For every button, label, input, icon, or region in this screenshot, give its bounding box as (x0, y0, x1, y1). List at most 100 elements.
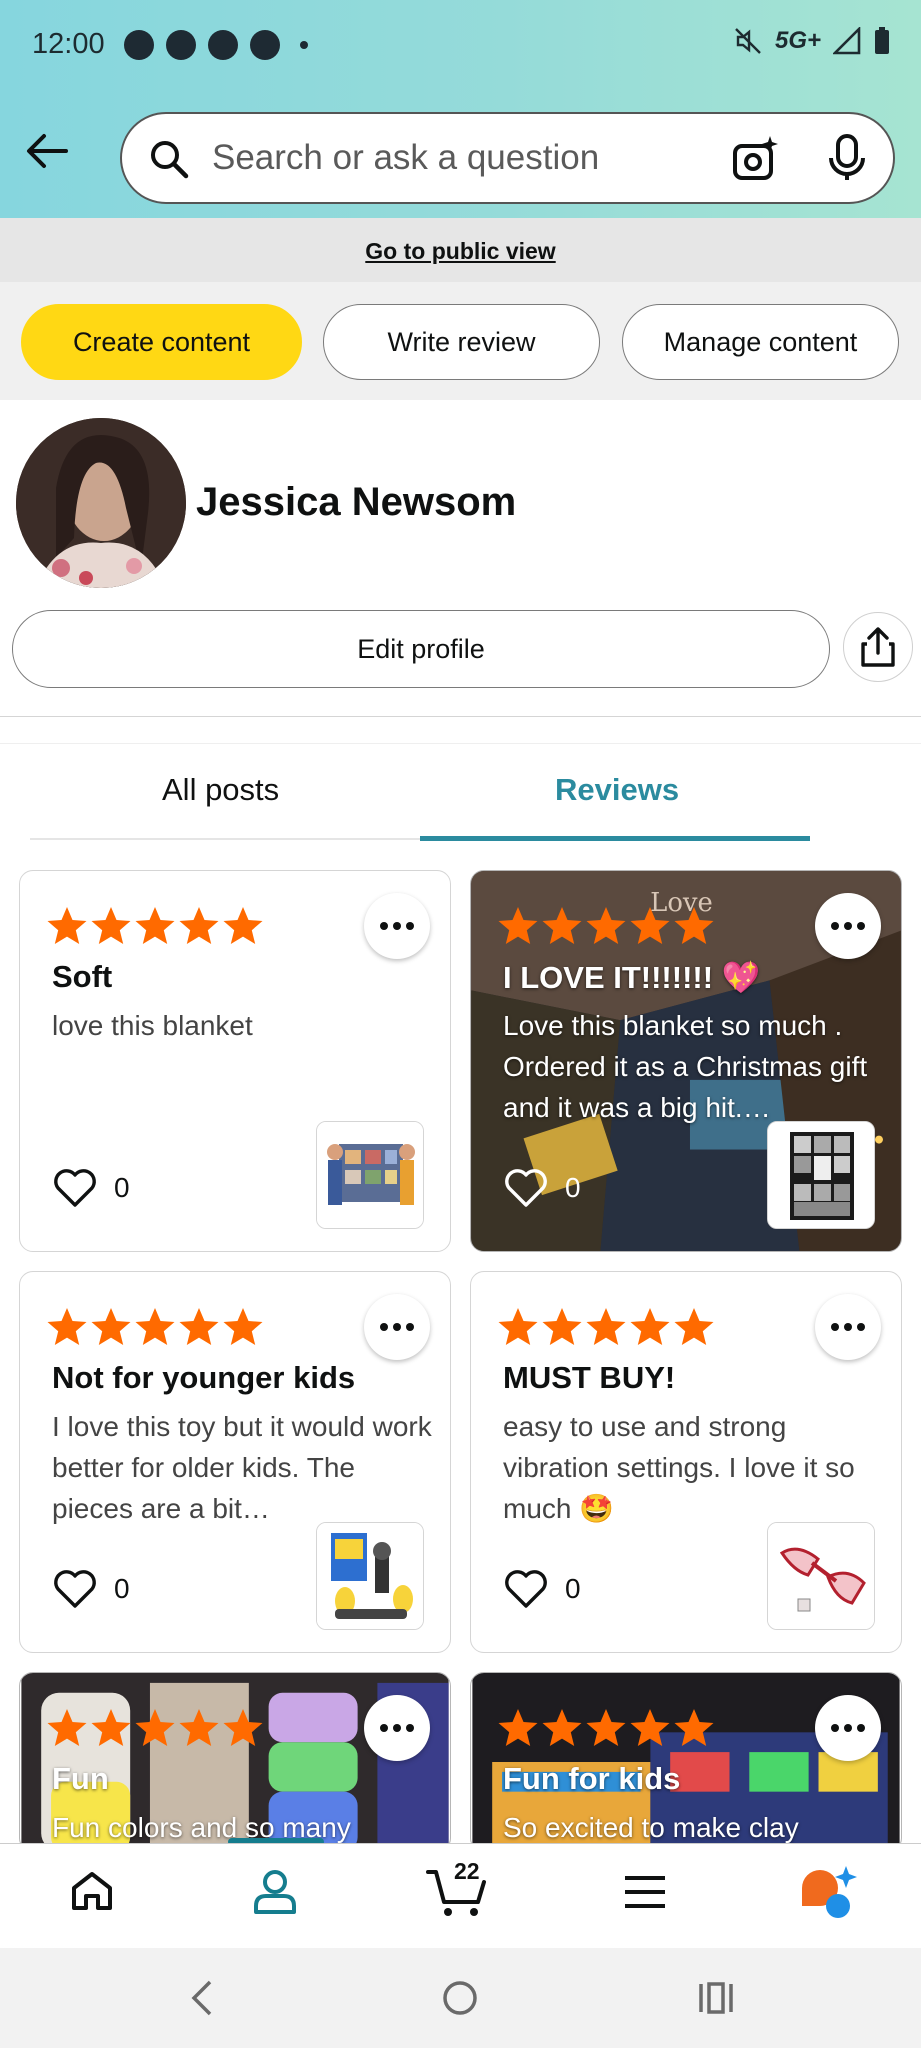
review-title: Not for younger kids (52, 1360, 356, 1395)
tab-all-posts[interactable]: All posts (162, 772, 279, 822)
manage-content-button[interactable]: Manage content (622, 304, 899, 380)
review-title: I LOVE IT!!!!!!! 💖 (503, 960, 761, 995)
nav-cart[interactable]: 22 (426, 1858, 488, 1923)
star-icon (674, 1308, 714, 1345)
tab-reviews[interactable]: Reviews (555, 772, 679, 822)
heart-icon (505, 1570, 547, 1608)
active-tab-indicator (420, 836, 810, 841)
camera-search-icon[interactable] (730, 134, 780, 184)
star-icon (47, 1709, 87, 1746)
star-icon (135, 1308, 175, 1345)
star-icon (630, 1709, 670, 1746)
system-home-icon[interactable] (440, 1978, 480, 2018)
nav-assistant[interactable] (798, 1864, 860, 1925)
review-title: Soft (52, 959, 113, 994)
star-icon (498, 907, 538, 944)
tab-bar-line (30, 838, 420, 840)
home-icon (72, 1872, 112, 1910)
device-product-image (768, 1523, 874, 1629)
star-icon (179, 1709, 219, 1746)
product-thumbnail[interactable] (767, 1121, 875, 1229)
toy-set-product-image (317, 1523, 423, 1629)
share-icon (861, 627, 895, 667)
review-body: love this blanket (52, 1010, 253, 1041)
star-icon (91, 907, 131, 944)
system-back-icon[interactable] (188, 1978, 218, 2018)
review-card[interactable]: Fun Fun colors and so many (19, 1672, 451, 1852)
like-button[interactable]: 0 (52, 1568, 130, 1610)
like-count: 0 (114, 1172, 130, 1203)
public-view-link[interactable]: Go to public view (365, 238, 555, 265)
rufus-icon (802, 1866, 857, 1918)
like-button[interactable]: 0 (503, 1167, 581, 1209)
like-button[interactable]: 0 (52, 1167, 130, 1209)
star-rating (46, 905, 264, 947)
star-icon (135, 1709, 175, 1746)
write-review-button[interactable]: Write review (323, 304, 600, 380)
star-rating (497, 1707, 715, 1749)
system-recents-icon[interactable] (696, 1978, 736, 2018)
profile-name: Jessica Newsom (196, 480, 517, 524)
star-icon (223, 907, 263, 944)
product-thumbnail[interactable] (316, 1522, 424, 1630)
product-thumbnail[interactable] (767, 1522, 875, 1630)
star-icon (91, 1709, 131, 1746)
more-options-button[interactable] (364, 1695, 430, 1761)
avatar-photo (16, 418, 186, 588)
more-options-button[interactable] (815, 1695, 881, 1761)
status-time: 12:00 (32, 28, 105, 60)
back-button[interactable] (22, 126, 72, 176)
search-input[interactable] (212, 136, 712, 180)
section-divider (0, 716, 921, 744)
signal-icon (833, 27, 861, 55)
review-body: I love this toy but it would work better… (52, 1411, 432, 1524)
microphone-icon[interactable] (822, 132, 872, 184)
battery-icon (875, 27, 889, 54)
nav-profile[interactable] (250, 1866, 300, 1921)
star-rating (497, 1306, 715, 1348)
edit-profile-button[interactable]: Edit profile (12, 610, 830, 688)
more-options-button[interactable] (364, 893, 430, 959)
nav-menu[interactable] (622, 1872, 668, 1917)
review-card[interactable]: Fun for kids So excited to make clay (470, 1672, 902, 1852)
like-count: 0 (565, 1573, 581, 1604)
bottom-nav: 22 (0, 1843, 921, 1948)
more-options-button[interactable] (364, 1294, 430, 1360)
star-icon (223, 1308, 263, 1345)
more-options-button[interactable] (815, 1294, 881, 1360)
share-button[interactable] (843, 612, 913, 682)
avatar[interactable] (16, 418, 186, 588)
search-bar[interactable] (120, 112, 895, 204)
star-icon (674, 907, 714, 944)
notification-icons (124, 30, 308, 60)
star-icon (542, 907, 582, 944)
star-icon (179, 907, 219, 944)
star-icon (542, 1709, 582, 1746)
public-view-bar: Go to public view (0, 218, 921, 282)
profile-icon (254, 1870, 296, 1914)
blanket-product-image (317, 1122, 423, 1228)
review-card[interactable]: Love I LOVE IT!!!!!!! 💖 Love this blanke… (470, 870, 902, 1252)
create-content-button[interactable]: Create content (21, 304, 302, 380)
review-title: MUST BUY! (503, 1360, 676, 1395)
star-rating (497, 905, 715, 947)
star-icon (498, 1308, 538, 1345)
star-icon (542, 1308, 582, 1345)
star-icon (47, 907, 87, 944)
messenger-icon (166, 30, 196, 60)
review-card[interactable]: Not for younger kids I love this toy but… (19, 1271, 451, 1653)
like-button[interactable]: 0 (503, 1568, 581, 1610)
chat-icon (124, 30, 154, 60)
more-notifications-icon (300, 41, 308, 49)
more-options-button[interactable] (815, 893, 881, 959)
review-body: easy to use and strong vibration setting… (503, 1411, 855, 1524)
review-body: So excited to make clay (503, 1812, 799, 1843)
menu-icon (625, 1876, 665, 1908)
review-card[interactable]: Soft love this blanket 0 (19, 870, 451, 1252)
nav-home[interactable] (68, 1866, 116, 1919)
review-card[interactable]: MUST BUY! easy to use and strong vibrati… (470, 1271, 902, 1653)
network-type: 5G+ (774, 27, 821, 54)
star-icon (135, 907, 175, 944)
star-rating (46, 1707, 264, 1749)
product-thumbnail[interactable] (316, 1121, 424, 1229)
